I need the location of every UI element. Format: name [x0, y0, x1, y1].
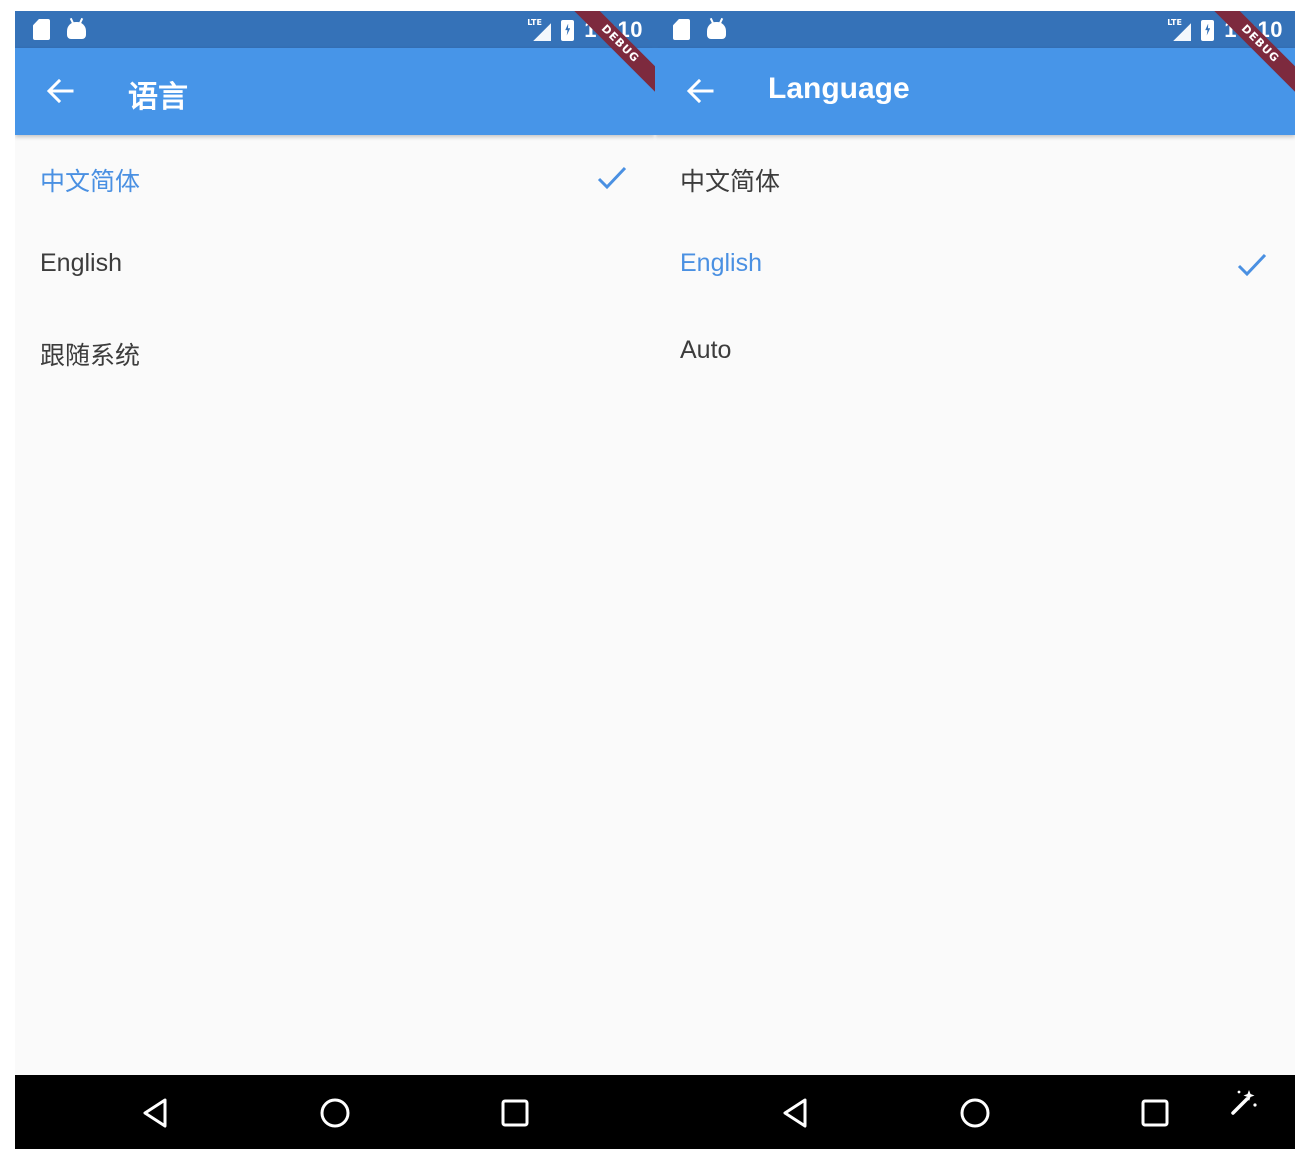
language-option-english[interactable]: English: [655, 222, 1295, 309]
battery-charging-icon: [561, 19, 575, 41]
back-button[interactable]: [679, 70, 721, 112]
app-bar: 语言: [15, 48, 655, 135]
nav-back-button[interactable]: [135, 1093, 175, 1133]
language-option-english[interactable]: English: [15, 222, 655, 309]
nav-home-button[interactable]: [955, 1093, 995, 1133]
app-bar: Language: [655, 48, 1295, 135]
screenshot-pair: LTE 10:10 语言 DEBUG 中文简体: [15, 11, 1295, 1149]
android-icon: [67, 22, 86, 39]
language-list: 中文简体 English Auto: [655, 135, 1295, 396]
option-label: Auto: [680, 336, 732, 364]
arrow-back-icon: [46, 78, 74, 104]
check-icon: [597, 166, 627, 190]
magic-wand-icon: [1231, 1090, 1257, 1115]
arrow-back-icon: [686, 78, 714, 104]
network-type-label: LTE: [527, 18, 542, 27]
language-option-auto[interactable]: Auto: [655, 309, 1295, 396]
option-label: 中文简体: [680, 168, 781, 196]
language-option-chinese[interactable]: 中文简体: [655, 135, 1295, 222]
home-circle-icon: [960, 1098, 990, 1128]
nav-back-button[interactable]: [775, 1093, 815, 1133]
android-icon: [707, 22, 726, 39]
notification-icons: [673, 19, 726, 40]
language-list: 中文简体 English 跟随系统: [15, 135, 655, 396]
signal-lte-icon: LTE: [1167, 18, 1192, 41]
notification-icons: [33, 19, 86, 40]
battery-charging-icon: [1201, 19, 1215, 41]
page-title: 语言: [128, 81, 188, 114]
recents-square-icon: [501, 1099, 529, 1127]
system-nav-bar: [655, 1075, 1295, 1149]
language-option-system[interactable]: 跟随系统: [15, 309, 655, 396]
option-label: 跟随系统: [40, 342, 141, 370]
phone-screen-chinese: LTE 10:10 语言 DEBUG 中文简体: [15, 11, 655, 1149]
language-option-chinese[interactable]: 中文简体: [15, 135, 655, 222]
back-button[interactable]: [39, 70, 81, 112]
sd-card-icon: [673, 19, 690, 40]
recents-square-icon: [1141, 1099, 1169, 1127]
phone-screen-english: LTE 10:10 Language DEBUG 中文简体 English: [655, 11, 1295, 1149]
nav-home-button[interactable]: [315, 1093, 355, 1133]
status-bar: LTE 10:10: [15, 11, 655, 48]
home-circle-icon: [320, 1098, 350, 1128]
back-triangle-icon: [783, 1098, 807, 1128]
back-triangle-icon: [143, 1098, 167, 1128]
option-label: 中文简体: [40, 168, 141, 196]
option-label: English: [680, 249, 762, 277]
option-label: English: [40, 249, 122, 277]
signal-lte-icon: LTE: [527, 18, 552, 41]
sd-card-icon: [33, 19, 50, 40]
magic-wand-button[interactable]: [1227, 1085, 1261, 1119]
nav-recents-button[interactable]: [495, 1093, 535, 1133]
page-title: Language: [768, 72, 910, 105]
nav-recents-button[interactable]: [1135, 1093, 1175, 1133]
status-bar: LTE 10:10: [655, 11, 1295, 48]
check-icon: [1237, 253, 1267, 277]
network-type-label: LTE: [1167, 18, 1182, 27]
system-nav-bar: [15, 1075, 655, 1149]
